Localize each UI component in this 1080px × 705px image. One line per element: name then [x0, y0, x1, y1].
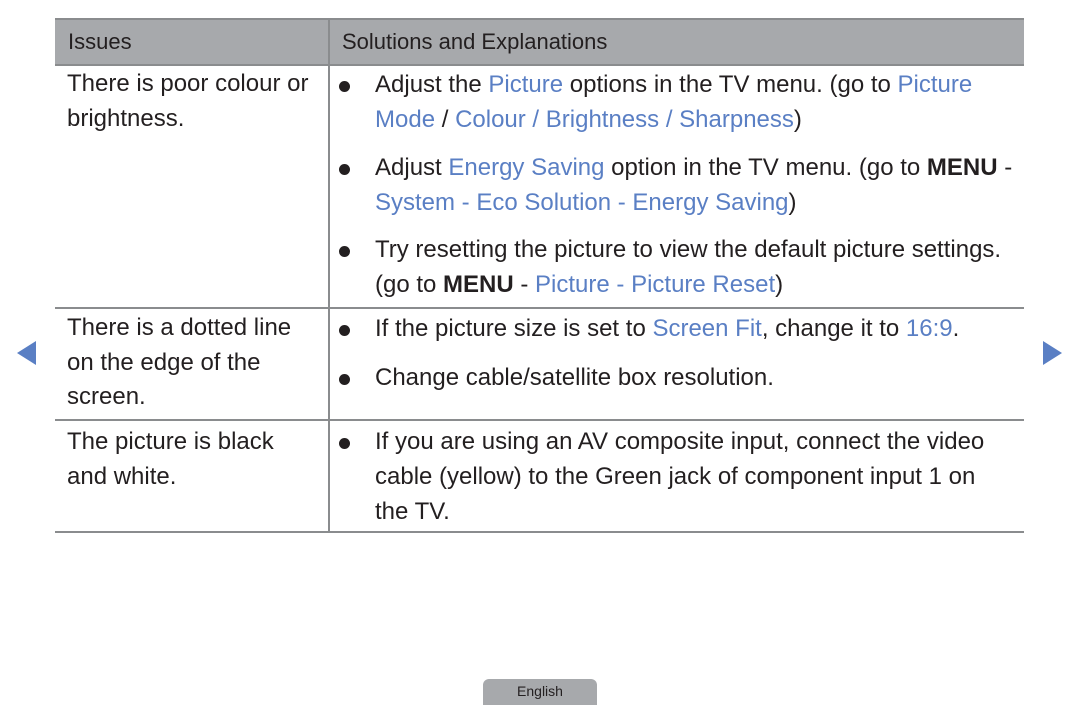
solution-item: Adjust the Picture options in the TV men…	[339, 67, 1015, 137]
menu-path-highlight: 16:9	[905, 315, 953, 342]
menu-path-highlight: Screen Fit	[652, 315, 762, 342]
header-issues: Issues	[68, 29, 132, 54]
column-divider	[328, 421, 330, 531]
table-header: Issues Solutions and Explanations	[55, 18, 1024, 66]
menu-path-highlight: Energy Saving	[448, 154, 605, 181]
solution-item: If the picture size is set to Screen Fit…	[339, 311, 1015, 346]
solution-text: options in the TV menu. (go to	[563, 71, 898, 98]
solution-item: Change cable/satellite box resolution.	[339, 360, 1015, 395]
solution-text: Adjust	[375, 154, 449, 181]
bullet-icon	[339, 164, 350, 175]
table-row: The picture is black and white. If you a…	[55, 421, 1024, 533]
bullet-icon	[339, 325, 350, 336]
solution-text: option in the TV menu. (go to	[604, 154, 927, 181]
solution-text: , change it to	[761, 315, 906, 342]
menu-keyword: MENU	[443, 271, 514, 298]
menu-path-highlight: Colour / Brightness / Sharpness	[455, 106, 794, 133]
bullet-icon	[339, 81, 350, 92]
menu-path-highlight: Picture	[488, 71, 564, 98]
table-row: There is a dotted line on the edge of th…	[55, 309, 1024, 421]
solution-item: Adjust Energy Saving option in the TV me…	[339, 150, 1015, 220]
solution-text: -	[513, 271, 536, 298]
solution-text: Change cable/satellite box resolution.	[375, 364, 774, 391]
solution-text: )	[775, 271, 784, 298]
solution-text: /	[435, 106, 456, 133]
solution-text: .	[952, 315, 960, 342]
column-divider	[328, 64, 330, 307]
next-page-arrow-icon[interactable]	[1043, 341, 1062, 365]
menu-keyword: MENU	[926, 154, 998, 181]
language-tab[interactable]: English	[483, 679, 597, 705]
solution-item: Try resetting the picture to view the de…	[339, 232, 1015, 302]
issue-text: There is a dotted line on the edge of th…	[67, 314, 292, 410]
issue-text: There is poor colour or brightness.	[67, 70, 309, 132]
solution-text: )	[793, 106, 802, 133]
bullet-icon	[339, 246, 350, 257]
column-divider	[328, 309, 330, 419]
menu-path-highlight: System - Eco Solution - Energy Saving	[375, 189, 789, 216]
bullet-icon	[339, 374, 350, 385]
solution-text: -	[997, 154, 1013, 181]
previous-page-arrow-icon[interactable]	[17, 341, 36, 365]
solution-text: )	[788, 189, 797, 216]
solution-text: If the picture size is set to	[375, 315, 653, 342]
solution-text: Adjust the	[375, 71, 489, 98]
solution-item: If you are using an AV composite input, …	[339, 424, 985, 529]
menu-path-highlight: Picture - Picture Reset	[535, 271, 776, 298]
solution-text: If you are using an AV composite input, …	[375, 428, 985, 525]
column-divider	[328, 20, 330, 64]
header-solutions: Solutions and Explanations	[342, 29, 608, 54]
table-row: There is poor colour or brightness. Adju…	[55, 64, 1024, 309]
issue-text: The picture is black and white.	[67, 428, 274, 490]
bullet-icon	[339, 438, 350, 449]
